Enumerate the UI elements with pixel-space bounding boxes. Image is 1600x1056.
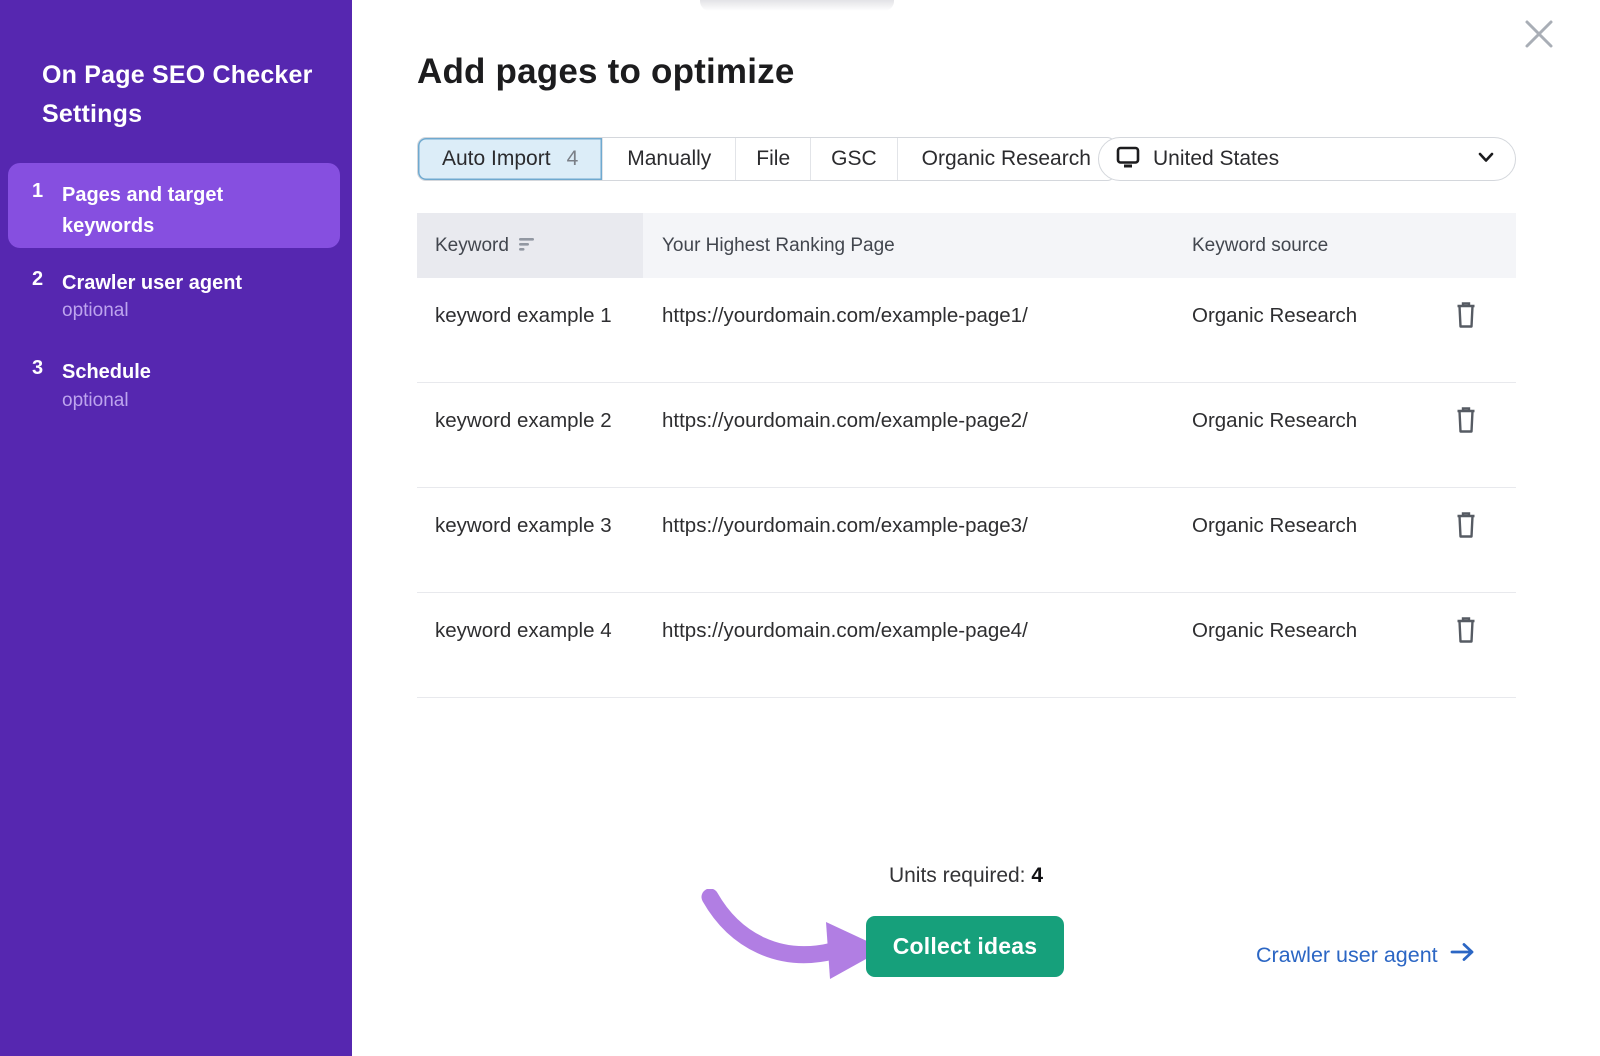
step-number: 2 [32,268,43,291]
country-selector[interactable]: United States [1098,137,1516,181]
import-source-tabs: Auto Import 4 Manually File GSC Organic … [417,137,1116,181]
column-header-label: Keyword [435,235,509,257]
source-cell: Organic Research [1192,615,1357,647]
settings-sidebar: On Page SEO Checker Settings 1 Pages and… [0,0,352,1056]
sort-icon [519,235,536,257]
tab-gsc[interactable]: GSC [810,138,897,180]
monitor-icon [1115,144,1141,175]
tab-organic-research[interactable]: Organic Research [897,138,1115,180]
table-row: keyword example 1 https://yourdomain.com… [417,278,1516,383]
step-number: 1 [32,180,43,203]
url-cell: https://yourdomain.com/example-page1/ [662,300,1182,332]
chevron-down-icon [1475,146,1497,173]
column-header-source: Keyword source [1192,213,1328,278]
keyword-cell: keyword example 4 [435,615,630,647]
annotation-arrow [700,889,890,989]
table-row: keyword example 2 https://yourdomain.com… [417,383,1516,488]
tab-auto-import[interactable]: Auto Import 4 [418,138,602,180]
top-tooltip-shadow [700,0,894,11]
tab-label: GSC [831,147,877,171]
column-header-label: Your Highest Ranking Page [662,235,895,257]
arrow-right-icon [1450,941,1476,969]
tab-count-badge: 4 [567,147,579,171]
units-required-value: 4 [1031,864,1043,887]
tab-label: Manually [627,147,711,171]
country-selector-value: United States [1153,147,1475,171]
tab-label: Auto Import [442,147,551,171]
page-title: Add pages to optimize [417,52,795,92]
step-optional-label: optional [62,300,129,322]
tab-file[interactable]: File [735,138,810,180]
crawler-user-agent-link-label: Crawler user agent [1256,943,1438,968]
keyword-cell: keyword example 3 [435,510,630,542]
url-cell: https://yourdomain.com/example-page3/ [662,510,1182,542]
crawler-user-agent-link[interactable]: Crawler user agent [1256,941,1476,969]
delete-icon[interactable] [1449,508,1483,542]
collect-ideas-button[interactable]: Collect ideas [866,916,1064,977]
units-required-label: Units required: [889,864,1031,887]
sidebar-item-pages-and-keywords[interactable]: 1 Pages and target keywords [8,163,340,248]
tab-manually[interactable]: Manually [602,138,735,180]
delete-icon[interactable] [1449,403,1483,437]
column-header-page: Your Highest Ranking Page [662,213,895,278]
table-row: keyword example 4 https://yourdomain.com… [417,593,1516,698]
url-cell: https://yourdomain.com/example-page4/ [662,615,1182,647]
keyword-cell: keyword example 1 [435,300,630,332]
step-label: Pages and target keywords [62,180,277,242]
delete-icon[interactable] [1449,298,1483,332]
sidebar-item-crawler-user-agent[interactable]: Crawler user agent [62,268,302,299]
column-header-label: Keyword source [1192,235,1328,257]
sidebar-item-schedule[interactable]: Schedule [62,357,302,388]
units-required: Units required: 4 [417,864,1515,888]
table-header: Keyword Your Highest Ranking Page Keywor… [417,213,1516,278]
keywords-table: Keyword Your Highest Ranking Page Keywor… [417,213,1516,698]
tab-label: File [756,147,790,171]
column-header-keyword[interactable]: Keyword [435,213,536,278]
close-icon[interactable] [1518,13,1560,55]
url-cell: https://yourdomain.com/example-page2/ [662,405,1182,437]
source-cell: Organic Research [1192,300,1357,332]
tab-label: Organic Research [922,147,1091,171]
keyword-cell: keyword example 2 [435,405,630,437]
step-number: 3 [32,357,43,380]
onpage-seo-settings-modal: On Page SEO Checker Settings 1 Pages and… [0,0,1600,1056]
table-row: keyword example 3 https://yourdomain.com… [417,488,1516,593]
source-cell: Organic Research [1192,510,1357,542]
step-optional-label: optional [62,390,129,412]
delete-icon[interactable] [1449,613,1483,647]
source-cell: Organic Research [1192,405,1357,437]
sidebar-title: On Page SEO Checker Settings [42,56,322,134]
